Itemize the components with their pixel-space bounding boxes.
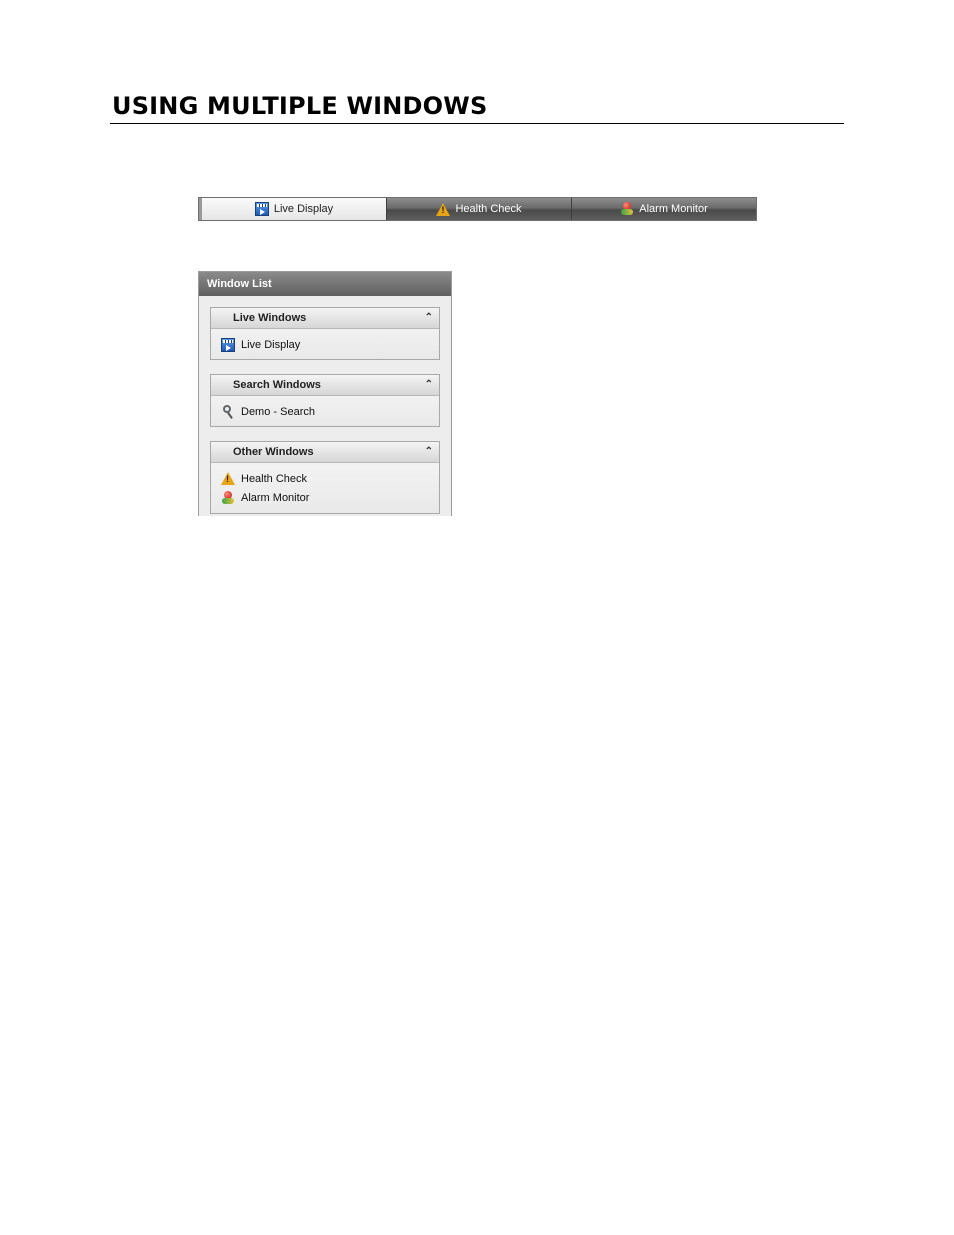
live-display-icon <box>221 337 235 352</box>
page-title: USING MULTIPLE WINDOWS <box>112 92 488 120</box>
live-display-icon <box>254 202 269 216</box>
collapse-icon[interactable]: ⌃ <box>425 375 433 395</box>
window-list-title: Window List <box>199 272 451 296</box>
group-label: Search Windows <box>233 379 321 391</box>
alarm-monitor-icon <box>221 490 235 505</box>
group-label: Live Windows <box>233 312 307 324</box>
health-check-icon <box>221 472 235 485</box>
tab-live-display[interactable]: Live Display <box>199 198 387 220</box>
item-label: Live Display <box>241 338 301 351</box>
window-tab-bar: Live Display Health Check Alarm Monitor <box>198 197 757 221</box>
search-windows-header[interactable]: Search Windows ⌃ <box>211 375 439 396</box>
group-label: Other Windows <box>233 446 314 458</box>
title-rule <box>110 123 844 124</box>
item-label: Demo - Search <box>241 405 315 418</box>
tab-alarm-monitor[interactable]: Alarm Monitor <box>572 198 756 220</box>
live-windows-group: Live Windows ⌃ Live Display <box>210 307 440 360</box>
tab-health-check[interactable]: Health Check <box>387 198 572 220</box>
health-check-icon <box>436 202 451 216</box>
other-windows-header[interactable]: Other Windows ⌃ <box>211 442 439 463</box>
list-item-health-check[interactable]: Health Check <box>211 469 439 488</box>
tab-label: Alarm Monitor <box>639 203 708 215</box>
tab-label: Health Check <box>455 203 522 215</box>
search-windows-group: Search Windows ⌃ Demo - Search <box>210 374 440 427</box>
window-list-panel: Window List Live Windows ⌃ Live Display … <box>198 271 452 516</box>
tab-label: Live Display <box>273 203 334 215</box>
item-label: Alarm Monitor <box>241 491 310 504</box>
item-label: Health Check <box>241 472 308 485</box>
collapse-icon[interactable]: ⌃ <box>425 308 433 328</box>
list-item-demo-search[interactable]: Demo - Search <box>211 402 439 421</box>
other-windows-group: Other Windows ⌃ Health Check Alarm Monit… <box>210 441 440 514</box>
search-icon <box>221 404 235 419</box>
alarm-monitor-icon <box>620 202 634 216</box>
list-item-alarm-monitor[interactable]: Alarm Monitor <box>211 488 439 507</box>
list-item-live-display[interactable]: Live Display <box>211 335 439 354</box>
collapse-icon[interactable]: ⌃ <box>425 442 433 462</box>
live-windows-header[interactable]: Live Windows ⌃ <box>211 308 439 329</box>
